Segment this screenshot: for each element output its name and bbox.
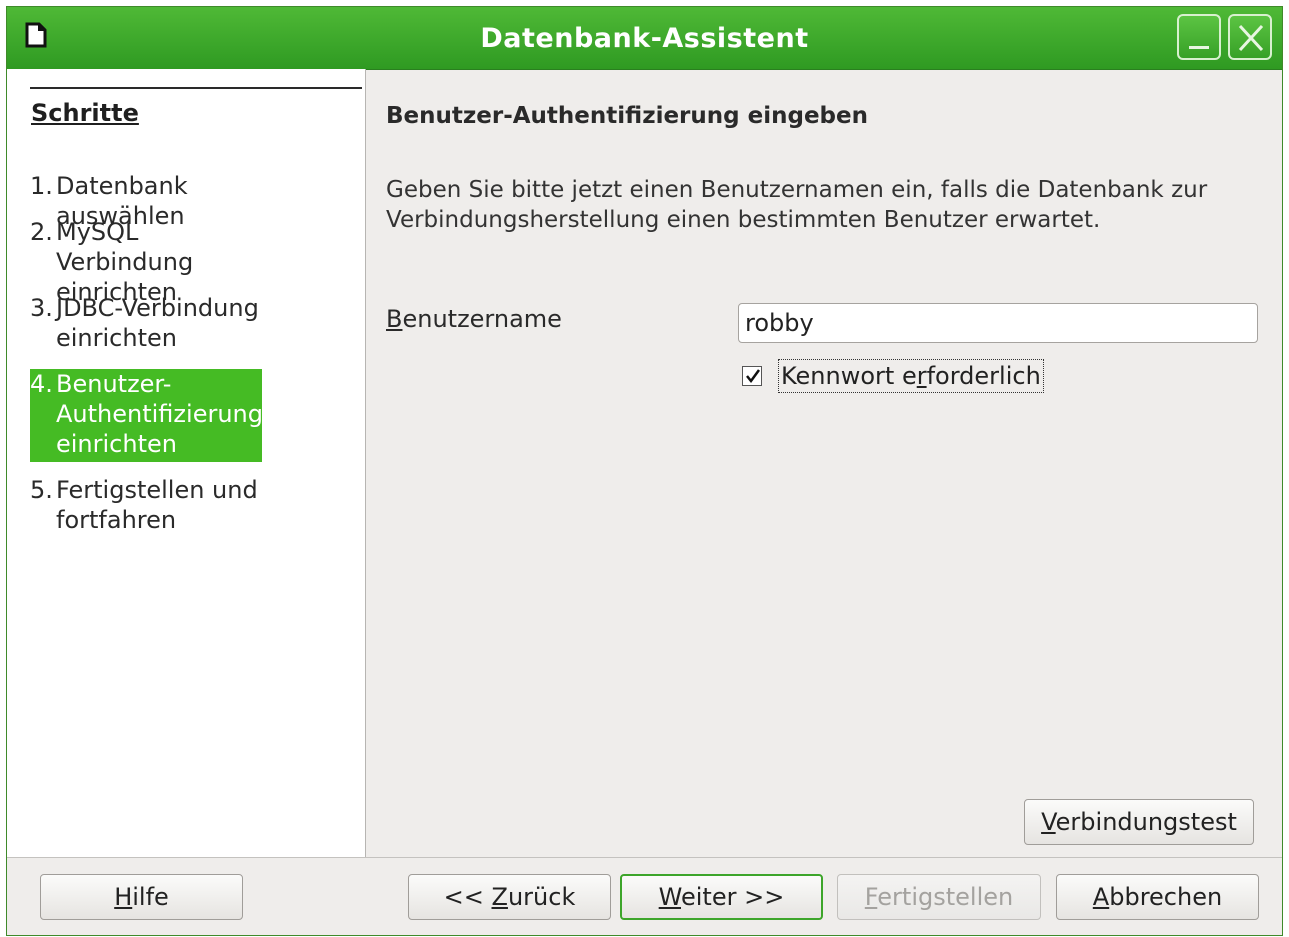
mnemonic-char: B xyxy=(386,305,403,333)
step-number: 3. xyxy=(30,294,53,322)
mnemonic-char: F xyxy=(864,883,878,911)
mnemonic-char: Z xyxy=(491,883,508,911)
username-label: Benutzername xyxy=(386,305,562,333)
step-number: 1. xyxy=(30,172,53,200)
step-label: Fertigstellen und fortfahren xyxy=(56,476,258,534)
footer-separator xyxy=(7,857,1282,858)
mnemonic-char: A xyxy=(1092,883,1110,911)
step-item-3[interactable]: 3. JDBC-Verbindung einrichten xyxy=(30,293,262,353)
button-label: urück xyxy=(507,883,576,911)
help-button[interactable]: Hilfe xyxy=(40,874,243,920)
button-label: eiter >> xyxy=(681,883,785,911)
window-title: Datenbank-Assistent xyxy=(480,23,809,54)
connection-test-button[interactable]: Verbindungstest xyxy=(1024,799,1254,845)
close-button[interactable] xyxy=(1228,14,1272,60)
step-number: 2. xyxy=(30,218,53,246)
cancel-button[interactable]: Abbrechen xyxy=(1056,874,1259,920)
button-label: erbindungstest xyxy=(1055,808,1237,836)
sidebar-divider xyxy=(30,87,362,89)
mnemonic-char: W xyxy=(658,883,681,911)
wizard-window: Datenbank-Assistent Schritte 1. Datenban… xyxy=(6,6,1283,936)
steps-heading: Schritte xyxy=(31,99,139,127)
mnemonic-char: H xyxy=(114,883,133,911)
checkmark-icon xyxy=(746,369,761,384)
label-part: Kennwort e xyxy=(781,362,917,390)
steps-sidebar: Schritte 1. Datenbank auswählen 2. MySQL… xyxy=(7,69,366,857)
finish-button[interactable]: Fertigstellen xyxy=(837,874,1041,920)
step-label: JDBC-Verbindung einrichten xyxy=(56,294,259,352)
checkbox-box[interactable] xyxy=(742,366,762,386)
step-item-4-active[interactable]: 4. Benutzer-Authentifizierung einrichten xyxy=(30,369,263,462)
mnemonic-char: r xyxy=(916,362,927,390)
step-label: Benutzer-Authentifizierung einrichten xyxy=(56,370,263,458)
password-required-label: Kennwort erforderlich xyxy=(778,359,1044,393)
step-content: Benutzer-Authentifizierung eingeben Gebe… xyxy=(366,69,1282,857)
next-button[interactable]: Weiter >> xyxy=(620,874,823,920)
title-bar: Datenbank-Assistent xyxy=(7,7,1282,70)
mnemonic-char: V xyxy=(1041,808,1056,836)
button-label: ilfe xyxy=(132,883,169,911)
label-part: forderlich xyxy=(926,362,1041,390)
button-label: << xyxy=(443,883,492,911)
close-icon xyxy=(1238,24,1264,52)
minimize-button[interactable] xyxy=(1177,14,1221,60)
minimize-icon xyxy=(1189,46,1209,49)
button-label: bbrechen xyxy=(1109,883,1223,911)
page-title: Benutzer-Authentifizierung eingeben xyxy=(386,103,868,129)
instructions-text: Geben Sie bitte jetzt einen Benutzername… xyxy=(386,177,1208,233)
username-input[interactable] xyxy=(738,303,1258,343)
step-number: 4. xyxy=(30,370,53,398)
back-button[interactable]: << Zurück xyxy=(408,874,611,920)
step-item-5[interactable]: 5. Fertigstellen und fortfahren xyxy=(30,475,262,535)
button-label: ertigstellen xyxy=(877,883,1014,911)
label-rest: enutzername xyxy=(402,305,562,333)
step-number: 5. xyxy=(30,476,53,504)
